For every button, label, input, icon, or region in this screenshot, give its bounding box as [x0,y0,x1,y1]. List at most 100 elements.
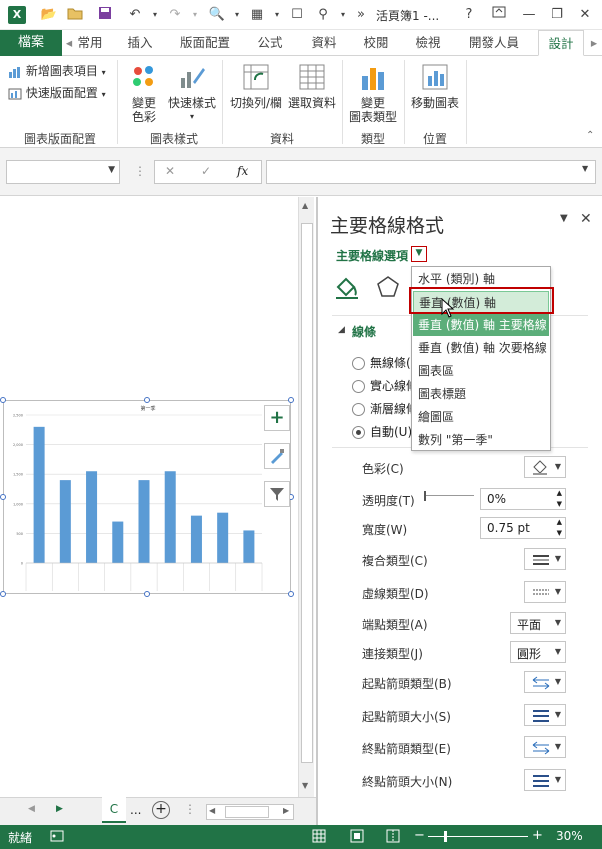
tab-view[interactable]: 檢視 [406,30,450,56]
color-picker-button[interactable]: ▼ [524,456,566,478]
transparency-slider[interactable] [424,491,474,501]
hscroll-right-icon[interactable]: ▶ [283,806,289,815]
screenshot-icon[interactable]: ▦ [248,6,266,24]
add-chart-element-button[interactable]: 新增圖表項目 ▾ [8,62,106,79]
pane-close-icon[interactable]: ✕ [580,211,592,227]
chart-bar[interactable] [190,515,202,563]
zoom-slider-thumb[interactable] [444,831,447,842]
sheet-scroll-left-icon[interactable]: ◀ [28,804,35,814]
dd-item-vertical-minor-gridlines[interactable]: 垂直 (數值) 軸 次要格線 [413,337,549,359]
redo-dropdown-icon[interactable]: ▾ [186,6,204,24]
insert-function-icon[interactable]: fx [237,164,248,178]
zoom-out-icon[interactable]: − [414,828,425,843]
quick-styles-button[interactable]: 快速樣式 ▾ [166,62,218,124]
chart-elements-button[interactable]: + [264,405,290,431]
dd-item-chart-area[interactable]: 圖表區 [413,360,549,382]
tab-scroll-right-icon[interactable]: ▸ [588,30,600,56]
slider-thumb[interactable] [424,491,426,501]
move-chart-button[interactable]: 移動圖表 [408,62,462,110]
chart-resize-handle[interactable] [288,591,294,597]
chart-bar[interactable] [217,512,229,563]
dd-item-vertical-major-gridlines[interactable]: 垂直 (數值) 軸 主要格線 [413,314,549,336]
spinner-down-icon[interactable]: ▼ [557,500,562,508]
chart-resize-handle[interactable] [0,397,6,403]
sheet-tab[interactable]: C [102,797,126,823]
tab-design[interactable]: 設計 [538,30,584,56]
more-sheets-icon[interactable]: ... [130,803,141,817]
hscroll-thumb[interactable] [225,806,269,818]
find-dropdown-icon[interactable]: ▾ [334,6,352,24]
quick-layout-button[interactable]: 快速版面配置 ▾ [8,84,106,101]
spinner-down-icon[interactable]: ▼ [557,529,562,537]
compound-type-dropdown[interactable]: ▼ [524,548,566,570]
chart-bar[interactable] [33,426,45,563]
effects-icon[interactable] [376,275,400,302]
fill-line-icon[interactable] [334,273,360,302]
chart-resize-handle[interactable] [0,591,6,597]
radio-no-line[interactable] [352,357,365,370]
page-break-view-icon[interactable] [386,829,400,846]
pane-options-icon[interactable]: ▼ [560,213,568,224]
options-label[interactable]: 主要格線選項 [336,247,408,264]
new-sheet-button[interactable]: + [152,801,170,819]
radio-gradient-line[interactable] [352,403,365,416]
zoom-in-icon[interactable]: + [532,828,543,843]
chart-resize-handle[interactable] [144,591,150,597]
page-layout-view-icon[interactable] [350,829,364,846]
begin-arrow-size-dropdown[interactable]: ▼ [524,704,566,726]
tab-file[interactable]: 檔案 [0,30,62,56]
change-colors-button[interactable]: 變更 色彩 [124,62,164,124]
begin-arrow-type-dropdown[interactable]: ▼ [524,671,566,693]
width-input[interactable]: 0.75 pt ▲ ▼ [480,517,566,539]
chart-styles-button[interactable] [264,443,290,469]
chart-bar[interactable] [112,521,124,563]
hscroll-left-icon[interactable]: ◀ [209,806,215,815]
select-data-button[interactable]: 選取資料 [286,62,338,110]
transparency-input[interactable]: 0% ▲ ▼ [480,488,566,510]
enter-icon[interactable]: ✓ [201,164,211,178]
radio-solid-line[interactable] [352,380,365,393]
section-line-label[interactable]: 線條 [352,323,376,340]
section-collapse-icon[interactable]: ◢ [338,325,345,335]
chart-resize-handle[interactable] [0,494,6,500]
chart-bar[interactable] [138,480,150,563]
vertical-scrollbar[interactable]: ▲ ▼ [298,197,314,797]
find-icon[interactable]: ⚲ [314,6,332,24]
zoom-level[interactable]: 30% [556,829,583,843]
chart[interactable]: 第一季 2,500 2,000 1,500 1,000 500 0 [3,400,291,594]
print-preview-icon[interactable]: 🔍 [208,6,226,24]
dash-type-dropdown[interactable]: ▼ [524,581,566,603]
dd-item-plot-area[interactable]: 繪圖區 [413,406,549,428]
dd-item-chart-title[interactable]: 圖表標題 [413,383,549,405]
spinner-up-icon[interactable]: ▲ [557,518,562,526]
open-icon[interactable]: 📂 [40,6,58,24]
horizontal-scrollbar[interactable]: ◀ ▶ [206,804,294,820]
chart-resize-handle[interactable] [144,397,150,403]
dd-item-series[interactable]: 數列 "第一季" [413,429,549,451]
vertical-scroll-thumb[interactable] [301,223,313,763]
macro-record-icon[interactable] [50,829,64,846]
formula-input[interactable] [266,160,596,184]
tab-page-layout[interactable]: 版面配置 [172,30,238,56]
spinner-up-icon[interactable]: ▲ [557,489,562,497]
save-icon[interactable] [96,6,114,24]
form-icon[interactable]: ☐ [288,6,306,24]
chart-plot-area[interactable]: 2,500 2,000 1,500 1,000 500 0 [4,401,292,595]
chart-resize-handle[interactable] [288,397,294,403]
sheet-tab-splitter-icon[interactable]: ⋮ [184,802,196,816]
normal-view-icon[interactable] [312,829,326,846]
chart-bar[interactable] [243,530,255,563]
tab-data[interactable]: 資料 [302,30,346,56]
scroll-up-icon[interactable]: ▲ [302,201,308,210]
chart-bar[interactable] [86,471,98,563]
tab-formulas[interactable]: 公式 [246,30,294,56]
tab-developer[interactable]: 開發人員 [460,30,528,56]
worksheet-area[interactable]: ▲ ▼ 第一季 2,500 2,000 1,500 1,000 500 0 + [0,197,316,797]
redo-icon[interactable]: ↷ [166,6,184,24]
collapse-ribbon-icon[interactable]: ⌃ [586,130,594,141]
change-chart-type-button[interactable]: 變更 圖表類型 [346,62,400,124]
cancel-icon[interactable]: ✕ [165,164,175,178]
restore-icon[interactable]: ❐ [546,4,568,26]
undo-dropdown-icon[interactable]: ▾ [146,6,164,24]
sheet-scroll-right-icon[interactable]: ▶ [56,804,63,814]
